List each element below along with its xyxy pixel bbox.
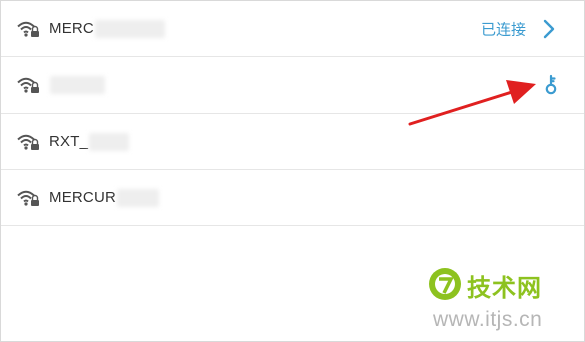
network-ssid: MERCUR — [49, 188, 117, 206]
watermark-brand: 技术网 — [467, 274, 542, 302]
connection-status: 已连接 — [480, 20, 526, 38]
wifi-locked-icon — [17, 21, 39, 37]
redacted-region — [94, 19, 165, 38]
redacted-region — [117, 188, 160, 207]
redacted-region — [89, 132, 130, 151]
network-row[interactable]: RXT_ — [1, 114, 584, 170]
network-row[interactable] — [1, 57, 584, 114]
network-ssid: RXT_ — [49, 132, 89, 150]
network-list: MERC 已连接 RXT_ MERCUR — [1, 1, 584, 226]
network-row[interactable]: MERCUR — [1, 170, 584, 226]
wifi-locked-icon — [17, 134, 39, 150]
network-row[interactable]: MERC 已连接 — [1, 1, 584, 57]
key-icon[interactable] — [542, 74, 560, 96]
wifi-locked-icon — [17, 77, 39, 93]
watermark-url: www.itjs.cn — [433, 308, 543, 331]
site-logo-icon — [429, 268, 461, 300]
network-ssid: MERC — [49, 19, 94, 37]
redacted-region — [50, 76, 105, 95]
chevron-right-icon[interactable] — [542, 19, 556, 39]
wifi-locked-icon — [17, 190, 39, 206]
site-watermark: 技术网 www.itjs.cn — [427, 266, 577, 336]
